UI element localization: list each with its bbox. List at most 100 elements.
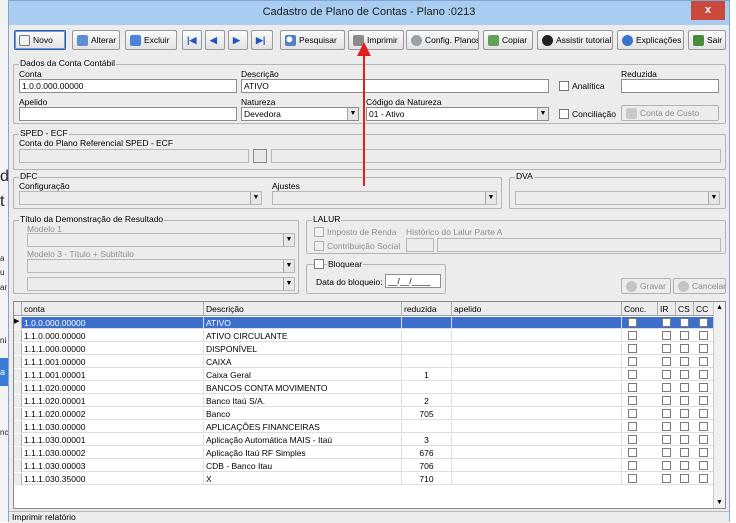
cs-checkbox[interactable]: [680, 435, 689, 444]
cs-checkbox[interactable]: [680, 474, 689, 483]
ir-checkbox[interactable]: [662, 435, 671, 444]
table-row[interactable]: 1.1.1.030.00003 CDB - Banco Itau 706: [14, 460, 714, 472]
cc-checkbox[interactable]: [699, 383, 708, 392]
cs-checkbox[interactable]: [680, 396, 689, 405]
table-row[interactable]: 1.1.1.030.00000 APLICAÇÕES FINANCEIRAS: [14, 421, 714, 433]
modelo3-subtitulo-select[interactable]: ▼: [27, 277, 295, 291]
contribuicao-social-checkbox[interactable]: [314, 241, 324, 251]
ir-checkbox[interactable]: [662, 409, 671, 418]
modelo3-titulo-select[interactable]: ▼: [27, 259, 295, 273]
cc-checkbox[interactable]: [699, 344, 708, 353]
column-header-apelido[interactable]: apelido: [452, 302, 622, 316]
cs-checkbox[interactable]: [680, 331, 689, 340]
previous-record-button[interactable]: ◀: [205, 30, 225, 50]
descricao-field[interactable]: ATIVO: [241, 79, 549, 93]
pesquisar-button[interactable]: Pesquisar: [280, 30, 345, 50]
table-row[interactable]: 1.1.1.030.35000 X 710: [14, 473, 714, 485]
ir-checkbox[interactable]: [662, 331, 671, 340]
column-header-cs[interactable]: CS: [676, 302, 694, 316]
next-record-button[interactable]: ▶: [228, 30, 248, 50]
column-header-conc[interactable]: Conc.: [622, 302, 658, 316]
ir-checkbox[interactable]: [662, 383, 671, 392]
column-header-reduzida[interactable]: reduzida: [402, 302, 452, 316]
conciliacao-checkbox[interactable]: [559, 109, 569, 119]
ajustes-select[interactable]: ▼: [272, 191, 497, 205]
codigo-natureza-select[interactable]: 01 - Ativo ▼: [366, 107, 549, 121]
chevron-down-icon[interactable]: ▼: [716, 499, 723, 506]
table-row[interactable]: 1.1.1.030.00001 Aplicação Automática MAIS…: [14, 434, 714, 446]
config-planos-button[interactable]: Config. Planos: [406, 30, 479, 50]
close-button[interactable]: x: [691, 1, 725, 20]
conc-checkbox[interactable]: [628, 318, 637, 327]
cs-checkbox[interactable]: [680, 370, 689, 379]
conc-checkbox[interactable]: [628, 474, 637, 483]
conc-checkbox[interactable]: [628, 357, 637, 366]
conta-custo-button[interactable]: Conta de Custo: [621, 105, 719, 121]
conc-checkbox[interactable]: [628, 344, 637, 353]
cs-checkbox[interactable]: [680, 461, 689, 470]
column-header-cc[interactable]: CC: [694, 302, 714, 316]
conc-checkbox[interactable]: [628, 331, 637, 340]
configuracao-select[interactable]: ▼: [19, 191, 262, 205]
gravar-button[interactable]: Gravar: [621, 278, 671, 294]
sair-button[interactable]: Sair: [688, 30, 726, 50]
cc-checkbox[interactable]: [699, 318, 708, 327]
cancelar-button[interactable]: Cancelar: [673, 278, 726, 294]
novo-button[interactable]: Novo: [14, 30, 66, 50]
reduzida-field[interactable]: [621, 79, 719, 93]
bloquear-checkbox[interactable]: [314, 259, 324, 269]
cs-checkbox[interactable]: [680, 344, 689, 353]
last-record-button[interactable]: ▶|: [251, 30, 273, 50]
apelido-field[interactable]: [19, 107, 237, 121]
cs-checkbox[interactable]: [680, 357, 689, 366]
chevron-up-icon[interactable]: ▲: [716, 304, 723, 311]
historico-code-field[interactable]: [406, 238, 434, 252]
cs-checkbox[interactable]: [680, 383, 689, 392]
ir-checkbox[interactable]: [662, 396, 671, 405]
cc-checkbox[interactable]: [699, 448, 708, 457]
conta-field[interactable]: 1.0.0.000.00000: [19, 79, 237, 93]
conc-checkbox[interactable]: [628, 435, 637, 444]
column-header-conta[interactable]: conta: [22, 302, 204, 316]
table-row[interactable]: 1.1.1.020.00000 BANCOS CONTA MOVIMENTO: [14, 382, 714, 394]
conc-checkbox[interactable]: [628, 409, 637, 418]
ir-checkbox[interactable]: [662, 422, 671, 431]
conc-checkbox[interactable]: [628, 461, 637, 470]
explicacoes-button[interactable]: Explicações: [617, 30, 684, 50]
analitica-checkbox[interactable]: [559, 81, 569, 91]
cc-checkbox[interactable]: [699, 422, 708, 431]
cc-checkbox[interactable]: [699, 435, 708, 444]
conc-checkbox[interactable]: [628, 448, 637, 457]
table-row[interactable]: 1.1.1.000.00000 DISPONÍVEL: [14, 343, 714, 355]
historico-desc-field[interactable]: [437, 238, 721, 252]
cs-checkbox[interactable]: [680, 409, 689, 418]
table-row[interactable]: 1.1.0.000.00000 ATIVO CIRCULANTE: [14, 330, 714, 342]
assistir-tutorial-button[interactable]: Assistir tutorial: [537, 30, 613, 50]
conc-checkbox[interactable]: [628, 396, 637, 405]
cc-checkbox[interactable]: [699, 357, 708, 366]
table-row[interactable]: ▶ 1.0.0.000.00000 ATIVO: [14, 317, 714, 329]
sped-ref-desc-field[interactable]: [271, 149, 721, 163]
modelo1-select[interactable]: ▼: [27, 233, 295, 247]
imposto-renda-checkbox[interactable]: [314, 227, 324, 237]
cc-checkbox[interactable]: [699, 461, 708, 470]
excluir-button[interactable]: Excluir: [125, 30, 177, 50]
sped-lookup-button[interactable]: [253, 149, 267, 163]
ir-checkbox[interactable]: [662, 461, 671, 470]
conc-checkbox[interactable]: [628, 422, 637, 431]
natureza-select[interactable]: Devedora ▼: [241, 107, 359, 121]
first-record-button[interactable]: |◀: [182, 30, 202, 50]
cc-checkbox[interactable]: [699, 331, 708, 340]
table-row[interactable]: 1.1.1.020.00002 Banco 705: [14, 408, 714, 420]
dva-select[interactable]: ▼: [515, 191, 720, 205]
table-row[interactable]: 1.1.1.001.00000 CAIXA: [14, 356, 714, 368]
cc-checkbox[interactable]: [699, 409, 708, 418]
copiar-button[interactable]: Copiar: [483, 30, 533, 50]
vertical-scrollbar[interactable]: ▲ ▼: [713, 302, 725, 508]
table-row[interactable]: 1.1.1.001.00001 Caixa Geral 1: [14, 369, 714, 381]
column-header-ir[interactable]: IR: [658, 302, 676, 316]
ir-checkbox[interactable]: [662, 357, 671, 366]
ir-checkbox[interactable]: [662, 448, 671, 457]
table-row[interactable]: 1.1.1.030.00002 Aplicação Itaú RF Simples…: [14, 447, 714, 459]
ir-checkbox[interactable]: [662, 318, 671, 327]
